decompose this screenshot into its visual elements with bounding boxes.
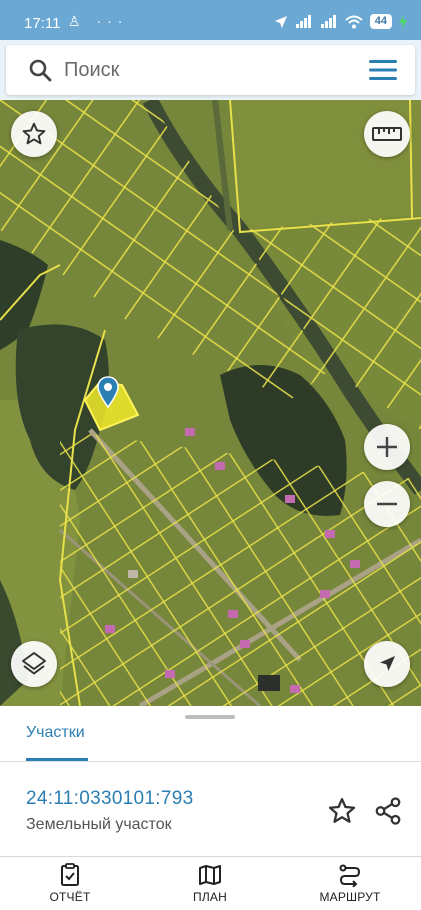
cadastral-number[interactable]: 24:11:0330101:793	[26, 788, 193, 810]
map-view[interactable]	[0, 100, 421, 706]
nav-report-label: ОТЧЁТ	[49, 890, 91, 904]
zoom-in-icon	[377, 437, 397, 457]
favorite-star-icon[interactable]	[327, 796, 357, 826]
clipboard-icon	[61, 863, 79, 886]
menu-icon[interactable]	[369, 59, 397, 81]
battery-icon: 44	[369, 14, 392, 29]
wifi-icon	[345, 15, 363, 28]
signal-icon-2	[320, 15, 336, 28]
parcel-sheet: Участки 24:11:0330101:793 Земельный учас…	[0, 706, 421, 856]
signal-icon	[295, 15, 311, 28]
zoom-out-icon	[377, 502, 397, 506]
navigation-arrow-icon	[274, 15, 287, 28]
nav-report[interactable]: ОТЧЁТ	[20, 863, 120, 904]
route-icon	[339, 864, 361, 887]
search-bar[interactable]	[6, 45, 415, 95]
search-bar-container	[0, 40, 421, 100]
divider	[0, 761, 421, 762]
status-time: 17:11	[24, 15, 61, 32]
my-location-button[interactable]	[364, 641, 410, 687]
zoom-out-button[interactable]	[364, 481, 410, 527]
status-bar: 17:11 ♙ ··· 44	[0, 0, 421, 40]
nav-route-label: МАРШРУТ	[319, 890, 381, 904]
favorites-button[interactable]	[11, 111, 57, 157]
measure-button[interactable]	[364, 111, 410, 157]
share-icon[interactable]	[373, 796, 403, 826]
location-arrow-icon	[380, 656, 395, 671]
layers-button[interactable]	[11, 641, 57, 687]
search-input[interactable]	[64, 51, 344, 89]
search-icon[interactable]	[28, 58, 52, 82]
map-pin-icon[interactable]	[97, 376, 119, 408]
ruler-icon	[372, 127, 402, 141]
bottom-navigation: ОТЧЁТ ПЛАН МАРШРУТ	[0, 856, 421, 910]
nav-plan[interactable]: ПЛАН	[160, 863, 260, 904]
nav-route[interactable]: МАРШРУТ	[300, 863, 400, 904]
charging-icon	[399, 14, 407, 29]
map-icon	[199, 865, 221, 885]
sheet-drag-handle[interactable]	[185, 715, 235, 719]
tab-parcels[interactable]: Участки	[26, 724, 85, 742]
nav-plan-label: ПЛАН	[193, 890, 227, 904]
satellite-map[interactable]	[0, 100, 421, 706]
star-icon	[22, 122, 46, 145]
zoom-in-button[interactable]	[364, 424, 410, 470]
layers-icon	[22, 652, 46, 675]
notification-icons: ♙ ···	[68, 13, 129, 29]
system-icons: 44	[274, 14, 407, 29]
parcel-type: Земельный участок	[26, 816, 172, 833]
